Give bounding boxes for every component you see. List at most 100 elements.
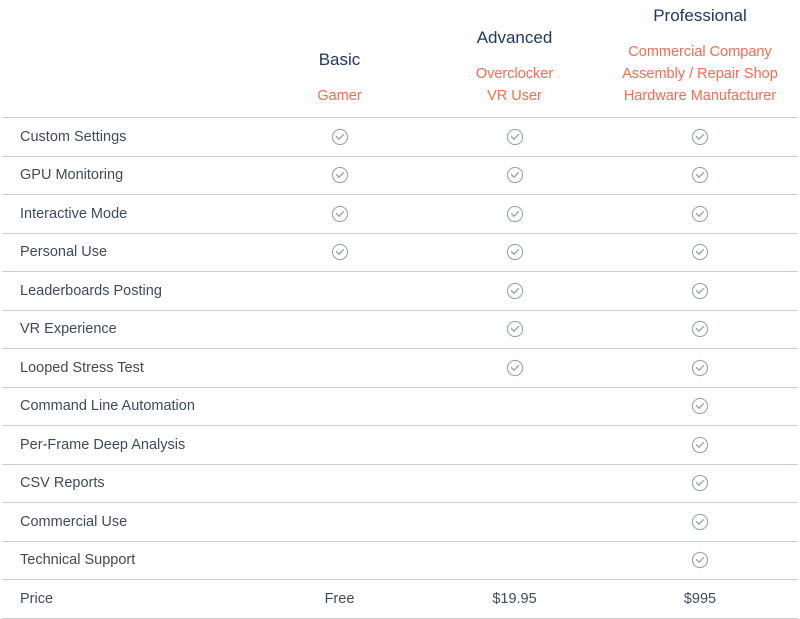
feature-excluded-advanced — [427, 540, 602, 580]
comparison-table: Basic Gamer Advanced Overclocker VR User… — [2, 0, 798, 619]
table-row: Commercial Use — [2, 502, 798, 541]
feature-label: Interactive Mode — [2, 194, 252, 233]
feature-included-basic — [252, 117, 427, 156]
feature-included-professional — [602, 271, 798, 310]
plan-audience-line: Assembly / Repair Shop — [622, 66, 778, 82]
check-circle-icon — [691, 359, 709, 377]
feature-label: Custom Settings — [2, 117, 252, 156]
check-circle-icon — [691, 513, 709, 531]
feature-included-advanced — [427, 309, 602, 349]
check-circle-icon — [691, 205, 709, 223]
check-circle-icon — [691, 320, 709, 338]
feature-included-advanced — [427, 348, 602, 387]
plan-header-advanced: Advanced Overclocker VR User — [427, 0, 602, 118]
feature-label: Command Line Automation — [2, 386, 252, 426]
pricing-comparison-table: Basic Gamer Advanced Overclocker VR User… — [0, 0, 800, 619]
feature-included-advanced — [427, 271, 602, 310]
table-row: CSV Reports — [2, 463, 798, 503]
feature-label: VR Experience — [2, 309, 252, 349]
check-circle-icon — [331, 205, 349, 223]
plan-name-advanced: Advanced — [476, 28, 553, 47]
feature-included-professional — [602, 463, 798, 503]
table-row: Command Line Automation — [2, 386, 798, 426]
table-row: Looped Stress Test — [2, 348, 798, 387]
check-circle-icon — [691, 128, 709, 146]
check-circle-icon — [691, 282, 709, 300]
check-circle-icon — [506, 128, 524, 146]
header-row: Basic Gamer Advanced Overclocker VR User… — [2, 0, 798, 118]
feature-excluded-basic — [252, 502, 427, 541]
check-circle-icon — [506, 166, 524, 184]
feature-included-professional — [602, 425, 798, 464]
table-row: GPU Monitoring — [2, 155, 798, 195]
check-circle-icon — [691, 474, 709, 492]
feature-included-advanced — [427, 232, 602, 272]
check-circle-icon — [691, 397, 709, 415]
feature-included-basic — [252, 194, 427, 233]
check-circle-icon — [506, 243, 524, 261]
table-row: Custom Settings — [2, 117, 798, 156]
price-value-advanced: $19.95 — [427, 579, 602, 619]
feature-excluded-advanced — [427, 463, 602, 503]
check-circle-icon — [691, 551, 709, 569]
plan-name-professional: Professional — [653, 6, 747, 25]
feature-label: Per-Frame Deep Analysis — [2, 425, 252, 464]
feature-included-advanced — [427, 117, 602, 156]
feature-label: Looped Stress Test — [2, 348, 252, 387]
table-row: Personal Use — [2, 232, 798, 272]
check-circle-icon — [506, 205, 524, 223]
feature-included-professional — [602, 232, 798, 272]
feature-excluded-basic — [252, 463, 427, 503]
table-row: Technical Support — [2, 540, 798, 580]
check-circle-icon — [506, 320, 524, 338]
plan-audience-line: Gamer — [317, 88, 362, 104]
plan-audience-advanced: Overclocker VR User — [427, 49, 602, 107]
plan-audience-line: Hardware Manufacturer — [623, 88, 777, 104]
feature-excluded-basic — [252, 348, 427, 387]
feature-included-professional — [602, 502, 798, 541]
feature-label: Commercial Use — [2, 502, 252, 541]
check-circle-icon — [691, 243, 709, 261]
feature-included-professional — [602, 194, 798, 233]
feature-included-professional — [602, 348, 798, 387]
feature-included-advanced — [427, 155, 602, 195]
plan-audience-basic: Gamer — [252, 71, 427, 107]
plan-audience-professional: Commercial Company Assembly / Repair Sho… — [602, 27, 798, 107]
feature-included-professional — [602, 117, 798, 156]
plan-header-professional: Professional Commercial Company Assembly… — [602, 0, 798, 118]
feature-excluded-advanced — [427, 425, 602, 464]
feature-excluded-basic — [252, 540, 427, 580]
check-circle-icon — [331, 166, 349, 184]
feature-label: Personal Use — [2, 232, 252, 272]
check-circle-icon — [506, 282, 524, 300]
table-row: Interactive Mode — [2, 194, 798, 233]
price-value-basic: Free — [252, 579, 427, 619]
table-body: Custom Settings GPU Monitoring Interactive… — [2, 117, 798, 619]
feature-included-basic — [252, 155, 427, 195]
feature-column-header — [2, 0, 252, 118]
feature-excluded-basic — [252, 309, 427, 349]
check-circle-icon — [506, 359, 524, 377]
feature-included-professional — [602, 155, 798, 195]
feature-label: GPU Monitoring — [2, 155, 252, 195]
table-header: Basic Gamer Advanced Overclocker VR User… — [2, 0, 798, 118]
feature-included-basic — [252, 232, 427, 272]
price-row: Price Free $19.95 $995 — [2, 579, 798, 619]
table-row: Per-Frame Deep Analysis — [2, 425, 798, 464]
feature-excluded-basic — [252, 271, 427, 310]
feature-included-professional — [602, 540, 798, 580]
check-circle-icon — [691, 166, 709, 184]
feature-label: CSV Reports — [2, 463, 252, 503]
feature-excluded-advanced — [427, 502, 602, 541]
plan-name-basic: Basic — [318, 50, 361, 69]
feature-included-professional — [602, 386, 798, 426]
feature-label: Leaderboards Posting — [2, 271, 252, 310]
feature-included-professional — [602, 309, 798, 349]
check-circle-icon — [331, 243, 349, 261]
feature-excluded-basic — [252, 386, 427, 426]
table-row: VR Experience — [2, 309, 798, 349]
feature-excluded-advanced — [427, 386, 602, 426]
feature-label: Technical Support — [2, 540, 252, 580]
check-circle-icon — [331, 128, 349, 146]
feature-excluded-basic — [252, 425, 427, 464]
